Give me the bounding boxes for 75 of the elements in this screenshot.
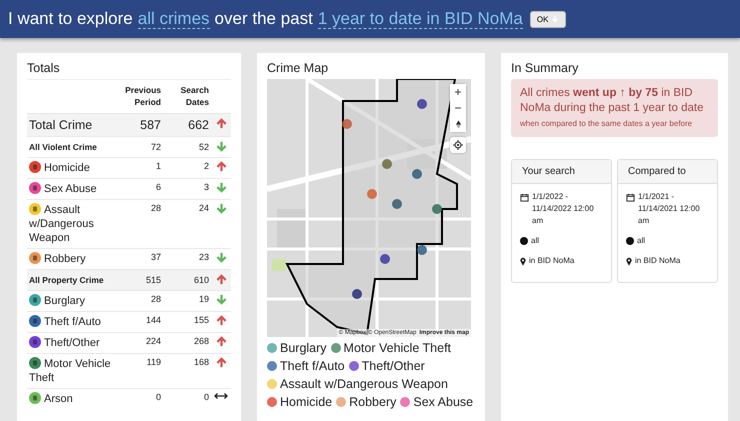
crime-filter: all (637, 235, 646, 247)
legend-label: Burglary (280, 340, 327, 357)
search-count: 52 (198, 142, 209, 152)
crime-label: Burglary (44, 295, 85, 307)
dot-icon (520, 237, 528, 245)
sentence-text: over the past (214, 9, 313, 29)
previous-count: 144 (146, 315, 161, 325)
column-header: Search Dates (180, 85, 209, 107)
previous-count: 28 (150, 203, 161, 213)
crime-label: Arson (44, 393, 73, 405)
search-count: 610 (194, 275, 209, 285)
crime-label: Sex Abuse (44, 183, 97, 195)
legend-label: Theft/Other (362, 358, 425, 375)
crime-filter: all (531, 235, 540, 247)
search-count: 168 (194, 357, 209, 367)
legend-label: Homicide (280, 394, 332, 411)
legend-label: Robbery (349, 394, 396, 411)
panel-title: Compared to (628, 166, 686, 177)
card-title: Totals (27, 61, 61, 75)
search-count: 155 (194, 315, 209, 325)
compass-icon (456, 120, 460, 128)
crime-label: Theft/Other (44, 337, 100, 349)
card-title: In Summary (511, 61, 580, 75)
previous-count: 515 (146, 275, 161, 285)
previous-count: 119 (146, 357, 161, 367)
search-count: 24 (198, 203, 209, 213)
zoom-in-button[interactable]: + (450, 84, 466, 100)
crime-label: Total Crime (29, 118, 92, 132)
column-header: Previous Period (125, 85, 161, 107)
search-count: 23 (198, 252, 209, 262)
crime-label: Motor Vehicle Theft (29, 358, 111, 384)
previous-count: 224 (146, 336, 161, 346)
locate-button[interactable] (450, 137, 466, 153)
previous-count: 587 (140, 118, 161, 132)
crime-label: Robbery (44, 253, 86, 265)
crime-label: All Property Crime (29, 275, 104, 285)
panel-title: Your search (522, 166, 575, 177)
crime-label: Theft f/Auto (44, 316, 101, 328)
area-filter: in BID NoMa (529, 255, 574, 267)
map-pin-icon (626, 257, 632, 266)
date-range: 1/1/2022 - 11/14/2022 12:00 am (532, 191, 595, 227)
period-link[interactable]: 1 year to date in BID NoMa (318, 9, 523, 29)
sentence-text: I want to explore (8, 9, 133, 29)
search-count: 268 (194, 336, 209, 346)
date-range: 1/1/2021 - 11/14/2021 12:00 am (638, 191, 701, 227)
search-count: 3 (204, 182, 209, 192)
crime-label: Assault w/Dangerous Weapon (29, 204, 94, 244)
card-title: Crime Map (267, 61, 330, 75)
search-count: 19 (198, 294, 209, 304)
compass-button[interactable] (450, 116, 466, 132)
crime-type-link[interactable]: all crimes (138, 9, 210, 29)
area-filter: in BID NoMa (635, 255, 680, 267)
legend-label: Sex Abuse (413, 394, 474, 411)
previous-count: 1 (156, 161, 161, 171)
legend-label: Motor Vehicle Theft (344, 340, 452, 357)
legend-label: Assault w/Dangerous Weapon (280, 376, 448, 393)
previous-count: 28 (150, 294, 161, 304)
legend-label: Theft f/Auto (280, 358, 345, 375)
calendar-icon (520, 193, 529, 202)
crime-label: Homicide (44, 162, 90, 174)
calendar-icon (626, 193, 635, 202)
summary-note: when compared to the same dates a year before (520, 118, 694, 130)
search-count: 662 (188, 118, 209, 132)
map-pin-icon (520, 257, 526, 266)
search-count: 2 (204, 161, 209, 171)
dot-icon (626, 237, 634, 245)
search-count: 0 (204, 392, 209, 402)
previous-count: 37 (150, 252, 161, 262)
previous-count: 0 (156, 392, 161, 402)
previous-count: 6 (156, 182, 161, 192)
zoom-out-button[interactable]: − (450, 100, 466, 116)
ok-button[interactable]: OK (530, 10, 566, 28)
summary-headline: All crimes went up ↑ by 75 in BID NoMa during the past 1 year to date (520, 86, 704, 116)
crime-label: All Violent Crime (29, 142, 97, 152)
previous-count: 72 (150, 142, 161, 152)
